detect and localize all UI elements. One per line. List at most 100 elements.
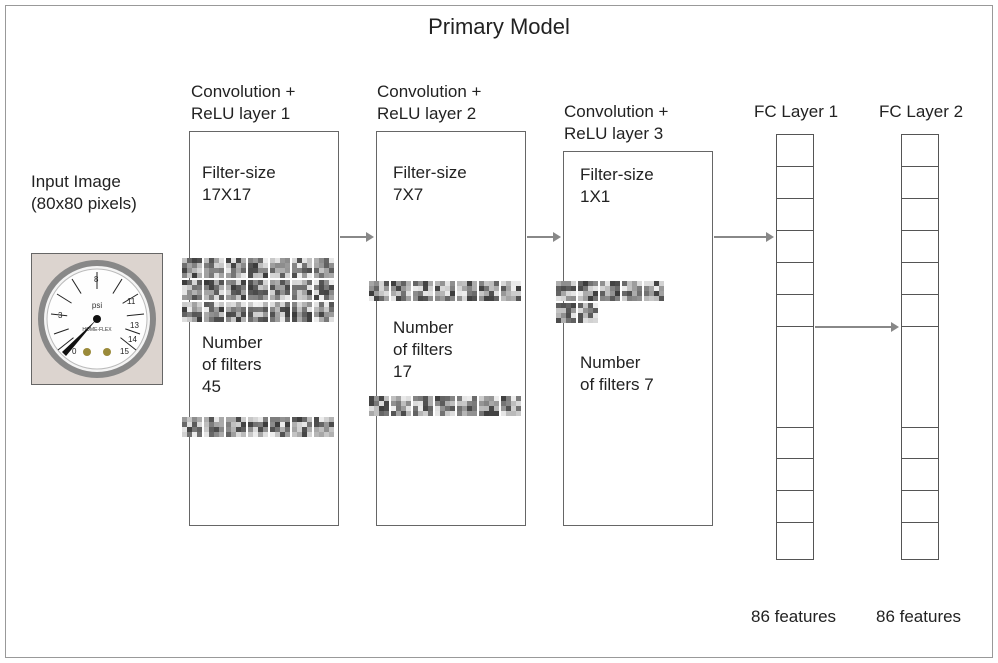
svg-text:8: 8	[94, 275, 99, 284]
fc-ellipsis-gap	[777, 327, 813, 427]
fc-cell	[902, 167, 938, 199]
conv2-num-value: 17	[393, 362, 412, 381]
conv3-num-label2: of filters 7	[580, 375, 654, 394]
arrow-fc1-fc2	[815, 326, 892, 328]
fc-cell	[902, 491, 938, 523]
filter-tile	[270, 417, 290, 437]
filter-tile	[413, 396, 433, 416]
fc1-column	[776, 134, 814, 560]
filter-tile	[226, 417, 246, 437]
svg-text:psi: psi	[92, 301, 102, 310]
conv3-title: Convolution + ReLU layer 3	[564, 101, 668, 145]
filter-tile	[182, 417, 202, 437]
conv1-filter-grid-top	[182, 258, 334, 322]
conv2-num-filters: Number of filters 17	[393, 317, 453, 383]
conv2-title: Convolution + ReLU layer 2	[377, 81, 481, 125]
conv1-filter-size-value: 17X17	[202, 185, 251, 204]
filter-tile	[292, 302, 312, 322]
filter-tile	[182, 258, 202, 278]
filter-tile	[314, 417, 334, 437]
input-image-label-line2: (80x80 pixels)	[31, 194, 137, 213]
filter-tile	[314, 258, 334, 278]
filter-tile	[479, 281, 499, 301]
fc-cell	[777, 199, 813, 231]
filter-tile	[292, 258, 312, 278]
fc-cell	[902, 427, 938, 459]
fc-cell	[777, 491, 813, 523]
filter-tile	[479, 396, 499, 416]
conv1-filter-size-label: Filter-size	[202, 163, 276, 182]
conv1-filter-size: Filter-size 17X17	[202, 162, 276, 206]
filter-tile	[248, 302, 268, 322]
fc-cell	[777, 167, 813, 199]
fc-cell	[902, 295, 938, 327]
filter-tile	[182, 302, 202, 322]
filter-tile	[270, 302, 290, 322]
fc-cell	[902, 263, 938, 295]
svg-text:11: 11	[127, 297, 136, 306]
diagram-title: Primary Model	[6, 14, 992, 40]
filter-tile	[457, 281, 477, 301]
conv2-num-label2: of filters	[393, 340, 453, 359]
filter-tile	[270, 280, 290, 300]
filter-tile	[204, 258, 224, 278]
filter-tile	[413, 281, 433, 301]
fc-cell	[902, 135, 938, 167]
filter-tile	[314, 280, 334, 300]
filter-tile	[204, 417, 224, 437]
conv3-title-line1: Convolution +	[564, 102, 668, 121]
fc-cell	[902, 199, 938, 231]
conv3-num-label1: Number	[580, 353, 640, 372]
filter-tile	[226, 258, 246, 278]
filter-tile	[369, 396, 389, 416]
gauge-image: psi HOME-FLEX 0 3 8 11 13 14 15	[32, 254, 162, 384]
svg-text:15: 15	[120, 347, 129, 356]
filter-tile	[501, 281, 521, 301]
fc-cell	[777, 135, 813, 167]
conv3-box: Filter-size 1X1 Number of filters 7	[563, 151, 713, 526]
fc2-column	[901, 134, 939, 560]
conv1-num-filters: Number of filters 45	[202, 332, 262, 398]
filter-tile	[622, 281, 642, 301]
filter-tile	[578, 303, 598, 323]
fc1-title: FC Layer 1	[754, 101, 838, 123]
filter-tile	[391, 396, 411, 416]
conv2-filter-grid-top	[369, 281, 521, 301]
filter-tile	[292, 280, 312, 300]
filter-tile	[292, 417, 312, 437]
conv1-title: Convolution + ReLU layer 1	[191, 81, 295, 125]
input-image-box: psi HOME-FLEX 0 3 8 11 13 14 15	[31, 253, 163, 385]
filter-tile	[501, 396, 521, 416]
conv1-title-line1: Convolution +	[191, 82, 295, 101]
fc-cell	[777, 231, 813, 263]
conv3-num-filters: Number of filters 7	[580, 352, 654, 396]
fc-cell	[902, 523, 938, 559]
conv1-filter-grid-bottom	[182, 417, 334, 437]
conv2-filter-size: Filter-size 7X7	[393, 162, 467, 206]
svg-text:0: 0	[72, 347, 77, 356]
fc2-title: FC Layer 2	[879, 101, 963, 123]
fc-cell	[777, 523, 813, 559]
filter-tile	[457, 396, 477, 416]
filter-tile	[204, 302, 224, 322]
fc-cell	[777, 295, 813, 327]
conv1-num-label1: Number	[202, 333, 262, 352]
conv2-filter-grid-bottom	[369, 396, 521, 416]
conv2-title-line1: Convolution +	[377, 82, 481, 101]
fc-ellipsis-gap	[902, 327, 938, 427]
filter-tile	[248, 417, 268, 437]
fc2-features: 86 features	[876, 606, 961, 628]
svg-text:3: 3	[58, 311, 63, 320]
arrow-conv1-conv2	[340, 236, 367, 238]
filter-tile	[369, 281, 389, 301]
filter-tile	[578, 281, 598, 301]
svg-text:14: 14	[128, 335, 137, 344]
fc-cell	[902, 459, 938, 491]
filter-tile	[226, 280, 246, 300]
filter-tile	[314, 302, 334, 322]
conv1-box: Filter-size 17X17 Number of filters 45	[189, 131, 339, 526]
conv3-filter-size-label: Filter-size	[580, 165, 654, 184]
svg-text:13: 13	[130, 321, 139, 330]
input-image-label: Input Image (80x80 pixels)	[31, 171, 137, 215]
conv3-title-line2: ReLU layer 3	[564, 124, 663, 143]
